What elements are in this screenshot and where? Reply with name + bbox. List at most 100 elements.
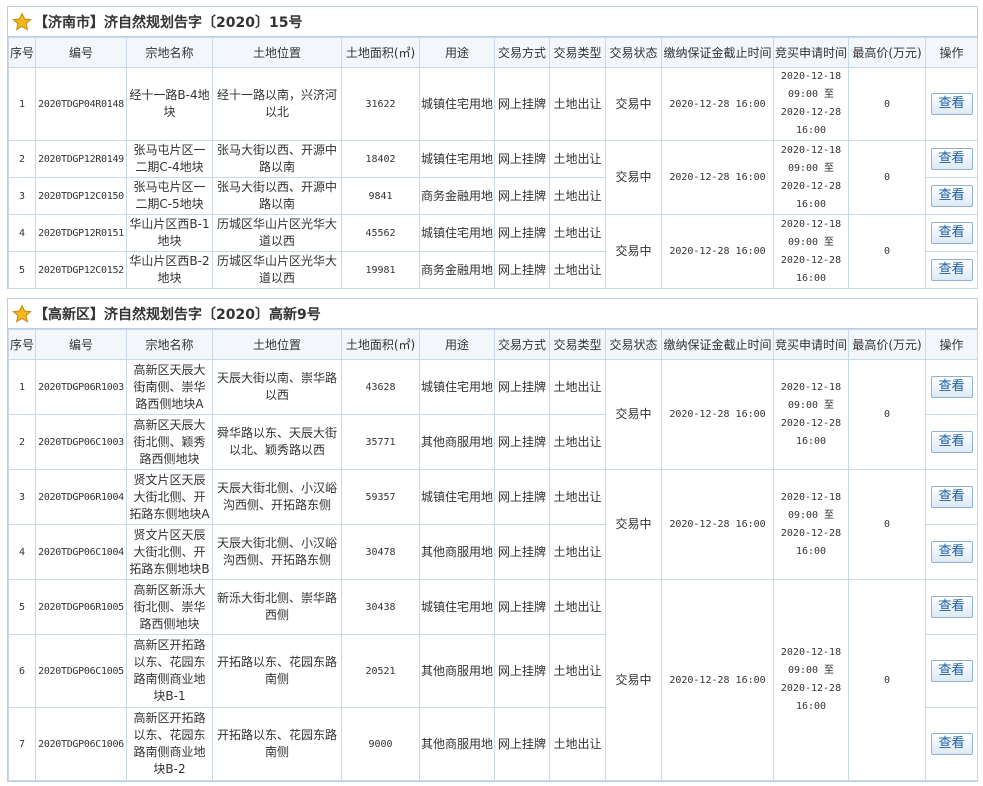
row-number: 3 [8,177,36,215]
deposit-deadline: 2020-12-28 16:00 [661,214,774,289]
parcel-name: 贤文片区天辰大街北侧、开拓路东侧地块B [126,524,213,580]
column-header: 交易方式 [494,329,550,360]
parcel-name: 张马屯片区一二期C-5地块 [126,177,213,215]
parcel-code: 2020TDGP12C0152 [35,251,127,289]
parcel-code: 2020TDGP12R0151 [35,214,127,252]
column-header: 交易方式 [494,37,550,68]
view-button[interactable]: 查看 [930,486,973,508]
trade-status: 交易中 [605,140,662,215]
panel-header: 【高新区】济自然规划告字〔2020〕高新9号 [8,299,977,329]
parcel-location: 张马大街以西、开源中路以南 [212,177,342,215]
application-period: 2020-12-18 09:00 至 2020-12-28 16:00 [773,469,849,580]
application-period: 2020-12-18 09:00 至 2020-12-28 16:00 [773,140,849,215]
view-button[interactable]: 查看 [930,733,973,755]
view-button[interactable]: 查看 [930,596,973,618]
application-period-line: 2020-12-18 [780,381,842,393]
application-period-line: 2020-12-18 [780,71,842,82]
application-period: 2020-12-18 09:00 至 2020-12-28 16:00 [773,67,849,141]
row-number: 5 [8,579,36,635]
column-header: 操作 [925,37,978,68]
trade-type: 土地出让 [549,524,606,580]
parcel-name: 贤文片区天辰大街北侧、开拓路东侧地块A [126,469,213,525]
deposit-deadline: 2020-12-28 16:00 [661,469,774,580]
column-header: 最高价(万元) [848,37,926,68]
land-area: 9841 [341,177,420,215]
parcel-code: 2020TDGP12C0150 [35,177,127,215]
application-period-line: 09:00 至 [787,665,835,676]
parcel-location: 开拓路以东、花园东路南侧 [212,634,342,708]
trade-method: 网上挂牌 [494,140,550,178]
application-period-line: 09:00 至 [787,162,835,174]
action-cell: 查看 [925,177,978,215]
parcel-code: 2020TDGP06C1004 [35,524,127,580]
table-row: 2 2020TDGP12R0149 张马屯片区一二期C-4地块 张马大街以西、开源中路… [8,140,978,215]
table-row: 1 2020TDGP06R1003 高新区天辰大街南侧、崇华路西侧地块A 天辰大街以南… [8,359,978,470]
trade-method: 网上挂牌 [494,177,550,215]
column-header: 最高价(万元) [848,329,926,360]
application-period-line: 2020-12-28 [780,527,842,539]
action-cell: 查看 [925,469,978,525]
trade-method: 网上挂牌 [494,579,550,635]
row-number: 2 [8,140,36,178]
highest-price: 0 [848,579,926,781]
land-use: 城镇住宅用地 [419,359,495,415]
column-header: 土地位置 [212,37,342,68]
view-button[interactable]: 查看 [930,222,973,244]
action-cell: 查看 [925,524,978,580]
view-button[interactable]: 查看 [930,431,973,453]
row-number: 4 [8,524,36,580]
column-header: 交易类型 [549,329,606,360]
trade-method: 网上挂牌 [494,524,550,580]
land-area: 18402 [341,140,420,178]
row-number: 3 [8,469,36,525]
row-number: 1 [8,67,36,141]
application-period-line: 2020-12-18 [780,218,842,230]
action-cell: 查看 [925,251,978,289]
table-row: 4 2020TDGP12R0151 华山片区西B-1地块 历城区华山片区光华大道以西 4… [8,214,978,289]
trade-status: 交易中 [605,214,662,289]
parcel-name: 高新区天辰大街北侧、颖秀路西侧地块 [126,414,213,470]
view-button[interactable]: 查看 [930,660,973,682]
action-cell: 查看 [925,414,978,470]
trade-type: 土地出让 [549,251,606,289]
highest-price: 0 [848,67,926,141]
view-button[interactable]: 查看 [930,259,973,281]
trade-method: 网上挂牌 [494,67,550,141]
land-use: 城镇住宅用地 [419,140,495,178]
land-table: 序号 编号 宗地名称 土地位置 土地面积(㎡) 用途 交易方式 交易类型 交易状态 缴纳保证金截止… [8,329,978,781]
application-period-line: 2020-12-28 [780,107,842,118]
parcel-code: 2020TDGP06R1003 [35,359,127,415]
view-button[interactable]: 查看 [930,541,973,563]
land-use: 城镇住宅用地 [419,469,495,525]
parcel-code: 2020TDGP04R0148 [35,67,127,141]
view-button[interactable]: 查看 [930,148,973,170]
view-button[interactable]: 查看 [930,185,973,207]
table-body: 1 2020TDGP06R1003 高新区天辰大街南侧、崇华路西侧地块A 天辰大街以南… [8,359,978,781]
parcel-code: 2020TDGP06R1004 [35,469,127,525]
parcel-location: 历城区华山片区光华大道以西 [212,251,342,289]
parcel-location: 舜华路以东、天辰大街以北、颖秀路以西 [212,414,342,470]
highest-price: 0 [848,140,926,215]
trade-type: 土地出让 [549,469,606,525]
column-header: 交易状态 [605,37,662,68]
trade-method: 网上挂牌 [494,359,550,415]
application-period-line: 2020-12-28 [780,417,842,429]
trade-status: 交易中 [605,469,662,580]
highest-price: 0 [848,359,926,470]
deposit-deadline: 2020-12-28 16:00 [661,359,774,470]
star-icon [12,11,32,32]
view-button[interactable]: 查看 [930,376,973,398]
application-period-line: 2020-12-28 [780,254,842,266]
land-use: 其他商服用地 [419,524,495,580]
action-cell: 查看 [925,214,978,252]
highest-price: 0 [848,214,926,289]
table-row: 3 2020TDGP06R1004 贤文片区天辰大街北侧、开拓路东侧地块A 天辰大街北… [8,469,978,580]
table-row: 5 2020TDGP06R1005 高新区新泺大街北侧、崇华路西侧地块 新泺大街北侧、… [8,579,978,781]
parcel-location: 开拓路以东、花园东路南侧 [212,707,342,781]
table-body: 1 2020TDGP04R0148 经十一路B-4地块 经十一路以南，兴济河以北 316… [8,67,978,289]
land-use: 城镇住宅用地 [419,214,495,252]
panel-header: 【济南市】济自然规划告字〔2020〕15号 [8,7,977,37]
deposit-deadline: 2020-12-28 16:00 [661,579,774,781]
parcel-location: 天辰大街北侧、小汉峪沟西侧、开拓路东侧 [212,469,342,525]
view-button[interactable]: 查看 [930,93,973,115]
